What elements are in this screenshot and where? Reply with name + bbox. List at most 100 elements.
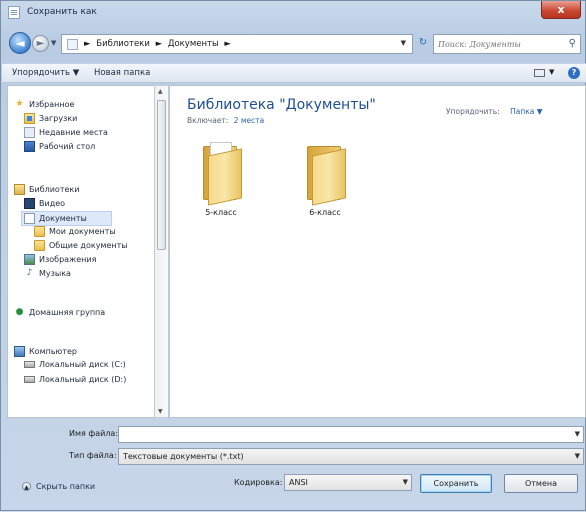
- downloads-icon: [24, 113, 35, 124]
- refresh-icon[interactable]: ↻: [415, 37, 431, 51]
- arrange-dropdown[interactable]: Папка ▼: [510, 107, 542, 116]
- hide-folders-toggle[interactable]: ▲ Скрыть папки: [22, 482, 95, 491]
- recent-places-icon: [24, 127, 35, 138]
- arrange-label: Упорядочить:: [446, 107, 500, 116]
- filename-input[interactable]: [119, 427, 565, 442]
- sidebar-item-label: Рабочий стол: [39, 142, 96, 151]
- sidebar-item-recent[interactable]: Недавние места: [24, 127, 108, 138]
- filename-dropdown-icon[interactable]: ▼: [575, 430, 580, 438]
- includes-locations-link[interactable]: 2 места: [234, 116, 265, 125]
- scroll-down-icon[interactable]: ▼: [158, 408, 163, 415]
- libraries-icon: [14, 184, 25, 195]
- filetype-select[interactable]: Текстовые документы (*.txt) ▼: [118, 448, 584, 465]
- sidebar-item-video[interactable]: Видео: [24, 198, 65, 209]
- breadcrumb-separator[interactable]: ►: [224, 39, 231, 49]
- music-icon: ♪: [26, 268, 33, 278]
- hide-folders-label: Скрыть папки: [36, 482, 96, 491]
- breadcrumb-libraries[interactable]: Библиотеки: [96, 39, 150, 49]
- scrollbar-thumb[interactable]: [157, 100, 166, 250]
- sidebar-item-label: Музыка: [39, 269, 71, 278]
- sidebar-item-label: Локальный диск (D:): [39, 375, 127, 384]
- new-folder-button[interactable]: Новая папка: [94, 68, 150, 78]
- sidebar-item-documents[interactable]: Документы: [21, 211, 112, 226]
- sidebar-item-label: Документы: [39, 214, 87, 223]
- close-button[interactable]: x: [541, 1, 581, 19]
- filename-combobox[interactable]: ▼: [118, 426, 584, 443]
- folder-icon: [34, 226, 45, 237]
- filename-label: Имя файла:: [69, 429, 119, 438]
- folder-icon: [302, 138, 348, 208]
- notepad-icon: [8, 6, 20, 19]
- includes-label: Включает:: [187, 116, 229, 125]
- sidebar-item-label: Компьютер: [29, 347, 77, 356]
- sidebar-item-desktop[interactable]: Рабочий стол: [24, 141, 95, 152]
- save-as-dialog: Сохранить как x ◄ ► ▼ ► Библиотеки ► Док…: [0, 0, 586, 511]
- sidebar-item-computer[interactable]: Компьютер: [14, 346, 77, 357]
- encoding-value: ANSI: [289, 478, 308, 487]
- cancel-button[interactable]: Отмена: [504, 474, 578, 493]
- command-bar: Упорядочить ▼ Новая папка ▼ ?: [2, 63, 586, 83]
- folder-name: 5-класс: [205, 208, 237, 217]
- sidebar-item-disk-d[interactable]: Локальный диск (D:): [24, 375, 126, 384]
- sidebar-item-label: Изображения: [39, 255, 97, 264]
- video-icon: [24, 198, 35, 209]
- documents-icon: [24, 213, 35, 224]
- save-button[interactable]: Сохранить: [420, 474, 492, 493]
- breadcrumb-separator[interactable]: ►: [156, 39, 163, 49]
- folder-icon: [67, 39, 78, 50]
- chevron-up-icon: ▲: [22, 482, 31, 491]
- address-bar[interactable]: ► Библиотеки ► Документы ► ▼: [61, 34, 413, 54]
- sidebar-item-music[interactable]: ♪ Музыка: [24, 268, 71, 279]
- homegroup-icon: ●: [15, 307, 24, 317]
- folder-item[interactable]: 6-класс: [282, 138, 362, 218]
- hard-drive-icon: [24, 376, 35, 383]
- pictures-icon: [24, 254, 35, 265]
- sidebar-item-libraries[interactable]: Библиотеки: [14, 184, 79, 195]
- sidebar-item-public-documents[interactable]: Общие документы: [34, 240, 128, 251]
- sidebar-item-images[interactable]: Изображения: [24, 254, 96, 265]
- back-button[interactable]: ◄: [9, 32, 31, 54]
- window-title: Сохранить как: [27, 7, 97, 17]
- library-title: Библиотека "Документы": [187, 97, 376, 113]
- computer-icon: [14, 346, 25, 357]
- encoding-label: Кодировка:: [234, 478, 283, 487]
- breadcrumb-documents[interactable]: Документы: [168, 39, 219, 49]
- help-icon[interactable]: ?: [568, 67, 580, 79]
- sidebar-item-disk-c[interactable]: Локальный диск (C:): [24, 360, 126, 369]
- file-list-pane: Библиотека "Документы" Включает: 2 места…: [169, 85, 586, 418]
- sidebar-item-homegroup[interactable]: ● Домашняя группа: [14, 307, 106, 318]
- sidebar-item-label: Видео: [39, 199, 66, 208]
- filetype-value: Текстовые документы (*.txt): [123, 452, 244, 461]
- encoding-select[interactable]: ANSI ▼: [284, 474, 412, 491]
- title-bar[interactable]: Сохранить как x: [1, 1, 585, 25]
- search-input[interactable]: [436, 36, 565, 52]
- view-options-icon[interactable]: [534, 69, 545, 77]
- breadcrumb: ► Библиотеки ► Документы ►: [84, 39, 234, 49]
- filetype-label: Тип файла:: [69, 451, 117, 460]
- address-dropdown-icon[interactable]: ▼: [401, 39, 406, 47]
- sidebar-item-label: Библиотеки: [29, 185, 80, 194]
- navigation-scrollbar[interactable]: ▲ ▼: [154, 85, 169, 418]
- library-includes: Включает: 2 места: [187, 116, 264, 125]
- sidebar-item-favorites[interactable]: ★ Избранное: [14, 99, 74, 110]
- scroll-up-icon[interactable]: ▲: [158, 88, 163, 95]
- star-icon: ★: [15, 99, 24, 109]
- sidebar-item-label: Общие документы: [49, 241, 128, 250]
- folder-item[interactable]: 5-класс: [178, 138, 258, 218]
- sidebar-item-label: Домашняя группа: [29, 308, 106, 317]
- sidebar-item-my-documents[interactable]: Мои документы: [34, 226, 116, 237]
- filetype-dropdown-icon[interactable]: ▼: [575, 452, 580, 460]
- sidebar-item-downloads[interactable]: Загрузки: [24, 113, 77, 124]
- organize-menu[interactable]: Упорядочить ▼: [12, 68, 79, 78]
- view-dropdown-icon[interactable]: ▼: [549, 68, 554, 76]
- folder-name: 6-класс: [309, 208, 341, 217]
- forward-button[interactable]: ►: [32, 35, 49, 52]
- sidebar-item-label: Загрузки: [39, 114, 78, 123]
- arrange-by: Упорядочить: Папка ▼: [446, 107, 543, 116]
- search-icon[interactable]: ⚲: [569, 38, 576, 49]
- folder-icon: [34, 240, 45, 251]
- search-box[interactable]: ⚲: [433, 34, 581, 54]
- sidebar-item-label: Недавние места: [39, 128, 108, 137]
- encoding-dropdown-icon[interactable]: ▼: [403, 478, 408, 486]
- recent-pages-dropdown[interactable]: ▼: [51, 39, 56, 47]
